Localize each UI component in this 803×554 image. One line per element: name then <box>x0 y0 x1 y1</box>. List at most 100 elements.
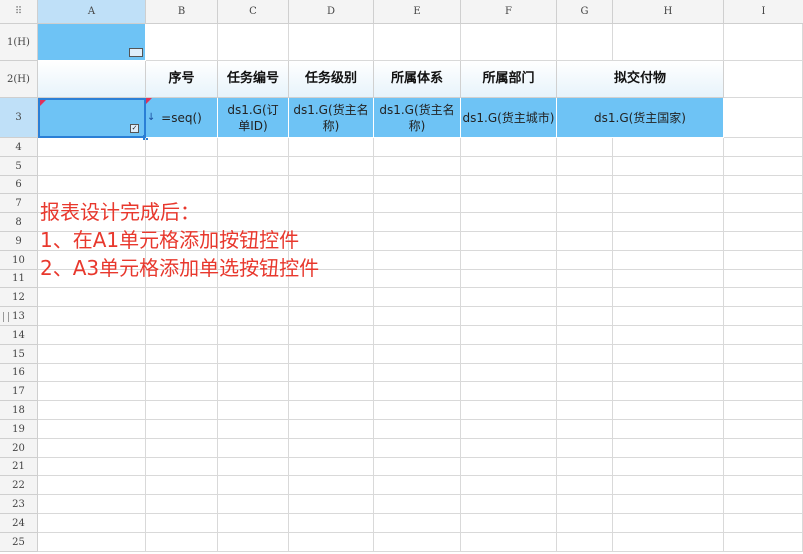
grid-cell[interactable] <box>613 420 724 439</box>
grid-cell[interactable] <box>613 270 724 288</box>
row-header-9[interactable]: 9 <box>0 232 38 251</box>
grid-cell[interactable] <box>613 138 724 157</box>
grid-cell[interactable] <box>38 401 146 420</box>
column-header-e[interactable]: E <box>374 0 461 24</box>
grid-cell[interactable] <box>146 476 218 495</box>
cell-c1[interactable] <box>218 24 289 61</box>
cell-gh3[interactable]: ds1.G(货主国家) <box>557 98 724 138</box>
grid-cell[interactable] <box>38 533 146 552</box>
grid-cell[interactable] <box>374 138 461 157</box>
grid-cell[interactable] <box>218 364 289 382</box>
grid-cell[interactable] <box>218 439 289 458</box>
row-header-6[interactable]: 6 <box>0 176 38 194</box>
grid-cell[interactable] <box>557 194 613 213</box>
cell-e3[interactable]: ds1.G(货主名称) <box>374 98 461 138</box>
grid-cell[interactable] <box>724 288 803 307</box>
cell-d3[interactable]: ds1.G(货主名称) <box>289 98 374 138</box>
grid-cell[interactable] <box>146 458 218 476</box>
grid-cell[interactable] <box>146 326 218 345</box>
grid-cell[interactable] <box>724 98 803 138</box>
row-header-25[interactable]: 25 <box>0 533 38 552</box>
grid-cell[interactable] <box>374 157 461 176</box>
header-system[interactable]: 所属体系 <box>374 61 461 98</box>
grid-cell[interactable] <box>38 514 146 533</box>
grid-cell[interactable] <box>461 364 557 382</box>
grid-cell[interactable] <box>218 194 289 213</box>
cell-a1[interactable] <box>38 24 146 61</box>
grid-cell[interactable] <box>557 213 613 232</box>
grid-cell[interactable] <box>218 458 289 476</box>
grid-cell[interactable] <box>146 495 218 514</box>
grid-cell[interactable] <box>218 495 289 514</box>
grid-cell[interactable] <box>724 24 803 61</box>
grid-cell[interactable] <box>613 157 724 176</box>
grid-cell[interactable] <box>461 382 557 401</box>
grid-cell[interactable] <box>461 533 557 552</box>
grid-cell[interactable] <box>613 401 724 420</box>
grid-cell[interactable] <box>724 194 803 213</box>
grid-cell[interactable] <box>146 533 218 552</box>
grid-cell[interactable] <box>461 157 557 176</box>
grid-cell[interactable] <box>38 476 146 495</box>
grid-cell[interactable] <box>557 232 613 251</box>
grid-cell[interactable] <box>218 382 289 401</box>
grid-cell[interactable] <box>557 176 613 194</box>
grid-cell[interactable] <box>557 138 613 157</box>
grid-cell[interactable] <box>38 420 146 439</box>
grid-cell[interactable] <box>557 458 613 476</box>
grid-cell[interactable] <box>38 345 146 364</box>
grid-cell[interactable] <box>461 514 557 533</box>
grid-cell[interactable] <box>289 439 374 458</box>
grid-cell[interactable] <box>557 382 613 401</box>
grid-cell[interactable] <box>613 213 724 232</box>
grid-cell[interactable] <box>613 232 724 251</box>
grid-cell[interactable] <box>146 345 218 364</box>
grid-cell[interactable] <box>613 176 724 194</box>
grid-cell[interactable] <box>557 495 613 514</box>
grid-cell[interactable] <box>374 458 461 476</box>
grid-cell[interactable] <box>374 251 461 270</box>
header-task-level[interactable]: 任务级别 <box>289 61 374 98</box>
grid-cell[interactable] <box>374 194 461 213</box>
grid-cell[interactable] <box>38 364 146 382</box>
grid-cell[interactable] <box>724 401 803 420</box>
grid-cell[interactable] <box>289 476 374 495</box>
grid-cell[interactable] <box>38 176 146 194</box>
cell-h1[interactable] <box>613 24 724 61</box>
column-header-i[interactable]: I <box>724 0 803 24</box>
grid-cell[interactable] <box>146 307 218 326</box>
grid-cell[interactable] <box>374 270 461 288</box>
grid-cell[interactable] <box>146 138 218 157</box>
grid-cell[interactable] <box>374 420 461 439</box>
grid-cell[interactable] <box>557 401 613 420</box>
grid-cell[interactable] <box>218 420 289 439</box>
grid-cell[interactable] <box>461 495 557 514</box>
grid-cell[interactable] <box>374 533 461 552</box>
grid-cell[interactable] <box>724 157 803 176</box>
grid-cell[interactable] <box>218 176 289 194</box>
grid-cell[interactable] <box>374 232 461 251</box>
cell-a3[interactable]: ✓ <box>38 98 148 140</box>
grid-cell[interactable] <box>374 495 461 514</box>
row-header-18[interactable]: 18 <box>0 401 38 420</box>
grid-cell[interactable] <box>557 420 613 439</box>
grid-cell[interactable] <box>146 420 218 439</box>
row-header-16[interactable]: 16 <box>0 364 38 382</box>
cell-e1[interactable] <box>374 24 461 61</box>
grid-cell[interactable] <box>613 439 724 458</box>
row-header-1[interactable]: 1(H) <box>0 24 38 61</box>
row-header-10[interactable]: 10 <box>0 251 38 270</box>
grid-cell[interactable] <box>374 326 461 345</box>
grid-cell[interactable] <box>289 495 374 514</box>
row-header-21[interactable]: 21 <box>0 458 38 476</box>
grid-cell[interactable] <box>289 288 374 307</box>
grid-cell[interactable] <box>218 401 289 420</box>
grid-cell[interactable] <box>724 495 803 514</box>
row-header-12[interactable]: 12 <box>0 288 38 307</box>
cell-a2[interactable] <box>38 61 146 98</box>
grid-cell[interactable] <box>557 270 613 288</box>
grid-cell[interactable] <box>724 514 803 533</box>
grid-cell[interactable] <box>289 514 374 533</box>
grid-cell[interactable] <box>374 439 461 458</box>
grid-cell[interactable] <box>218 288 289 307</box>
